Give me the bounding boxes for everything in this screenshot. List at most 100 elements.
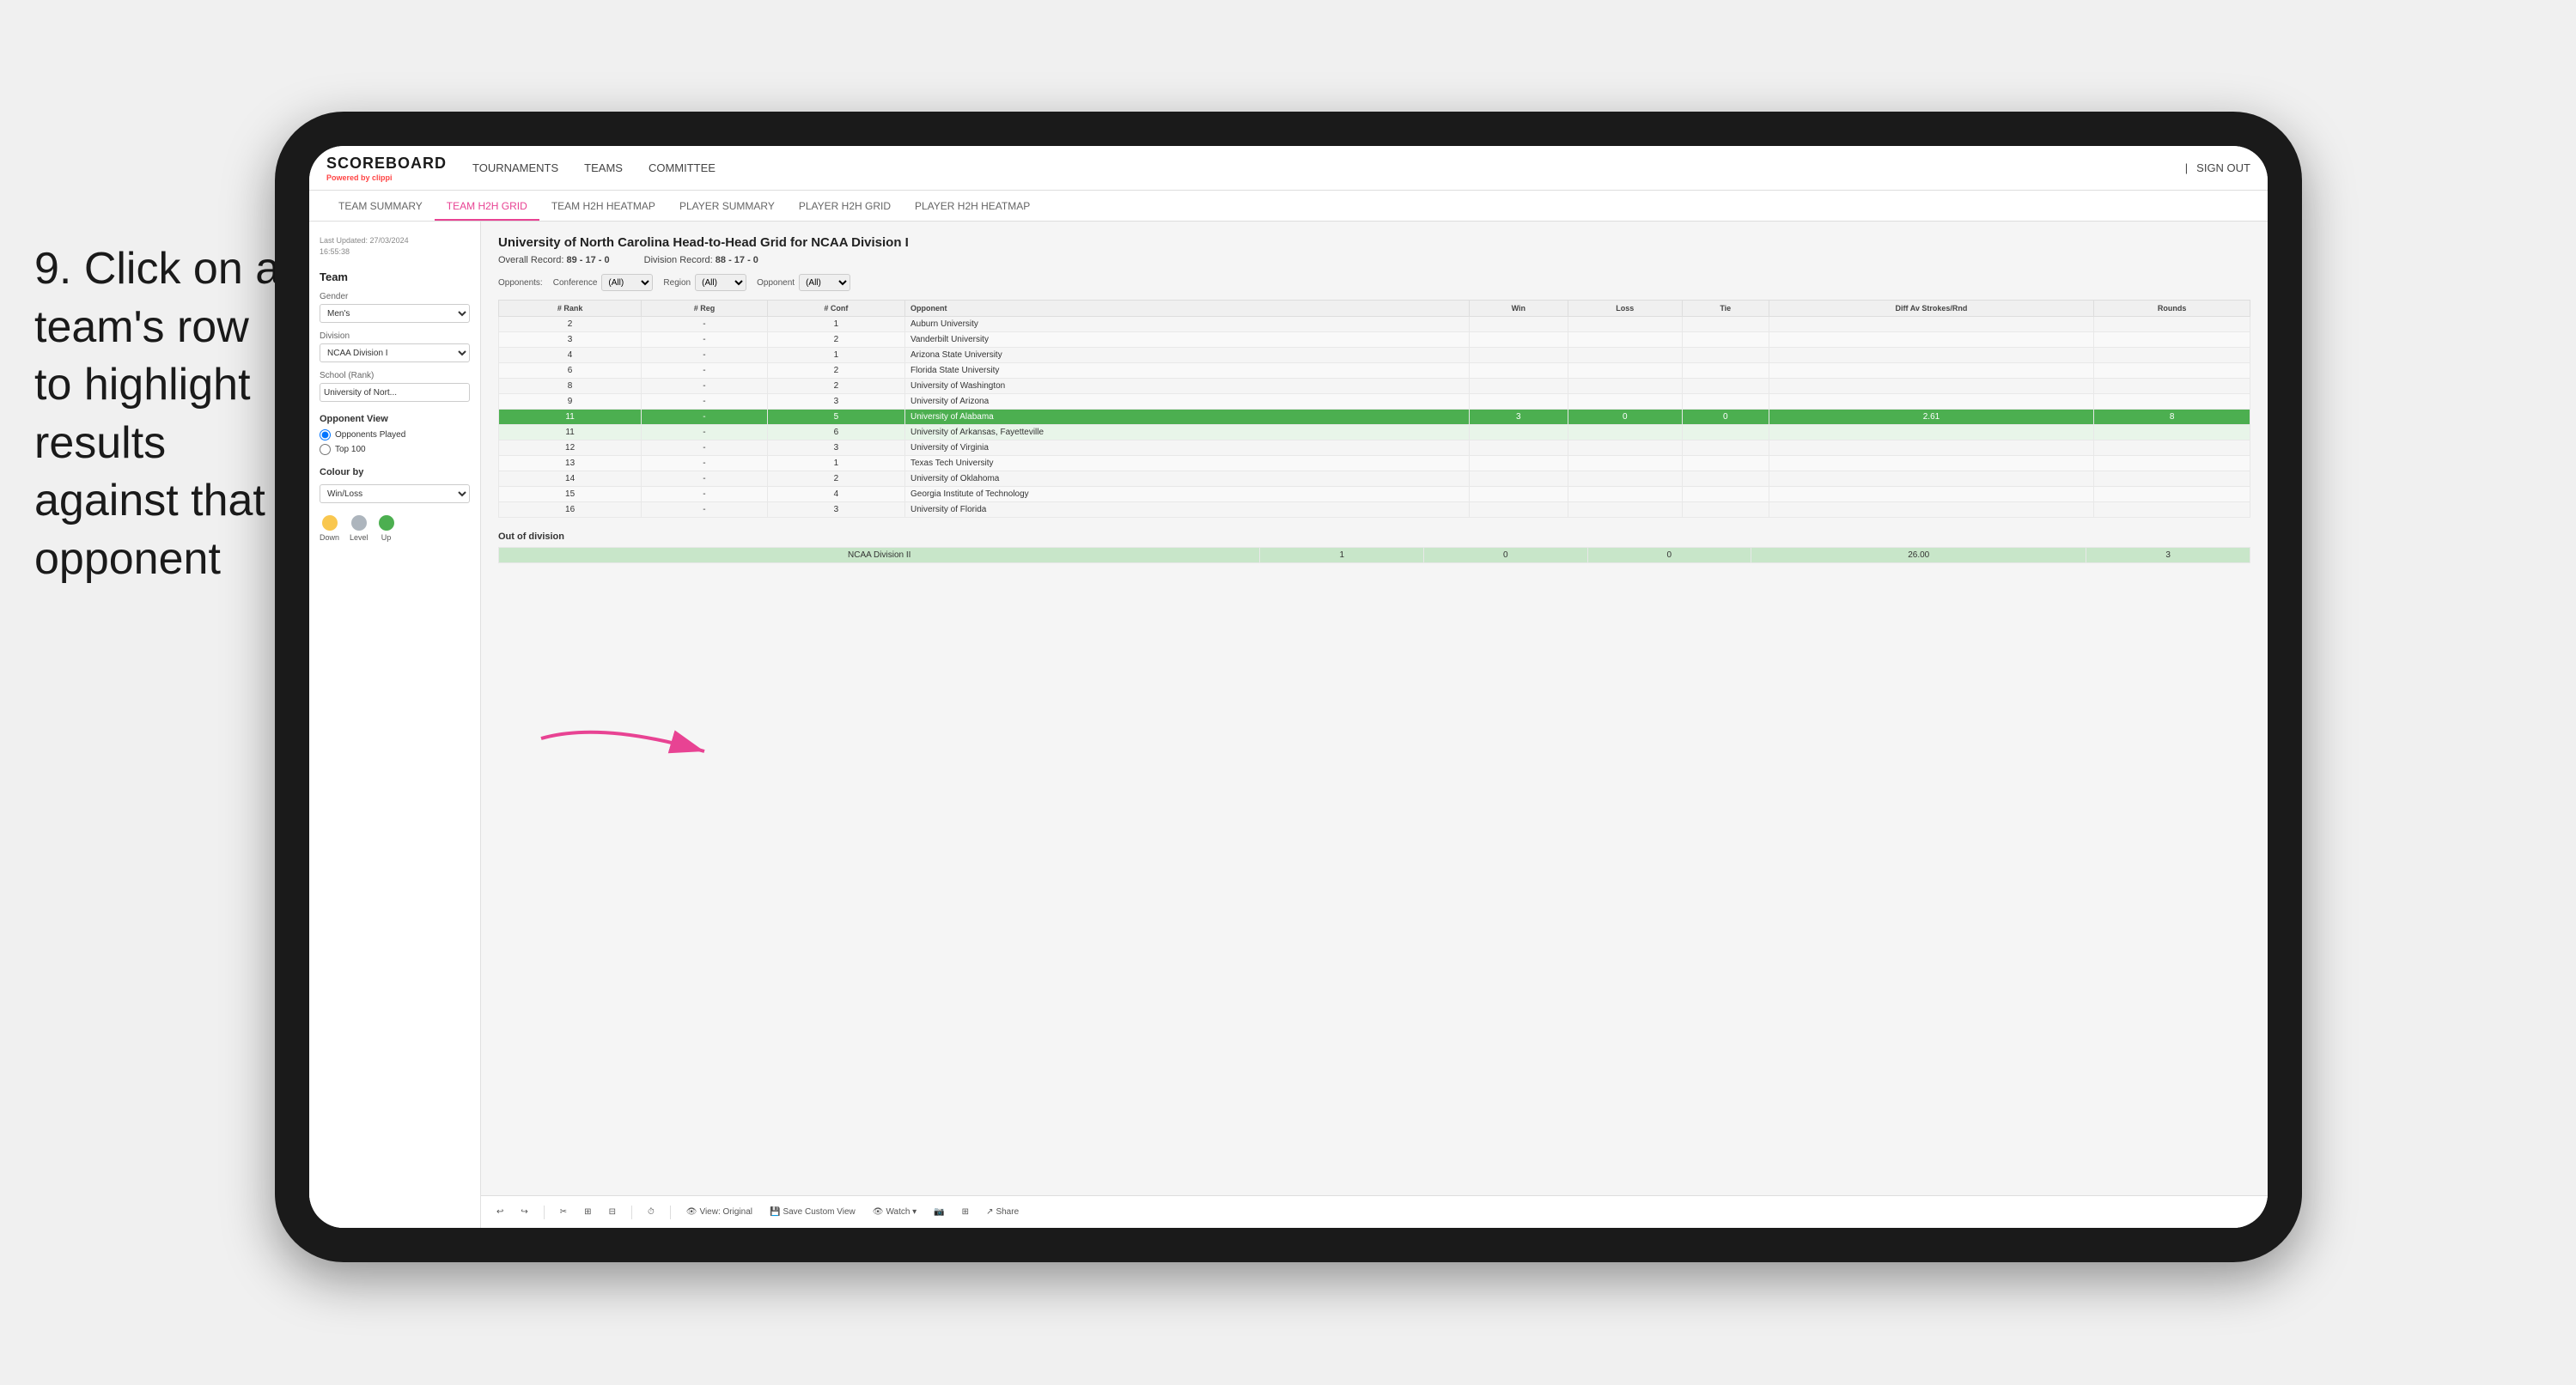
redo-button[interactable]: ↪	[515, 1205, 533, 1219]
share-button[interactable]: ↗ Share	[981, 1205, 1024, 1219]
cell-win	[1469, 348, 1568, 363]
tablet-frame: SCOREBOARD Powered by clippi TOURNAMENTS…	[275, 112, 2302, 1262]
view-original-button[interactable]: 👁 View: Original	[681, 1205, 758, 1219]
toolbar-clock[interactable]: ⏱	[642, 1205, 660, 1219]
cell-loss	[1568, 425, 1682, 440]
col-diff: Diff Av Strokes/Rnd	[1769, 301, 2093, 317]
cell-conf: 1	[767, 317, 904, 332]
table-row[interactable]: 8 - 2 University of Washington	[499, 379, 2250, 394]
cell-diff	[1769, 440, 2093, 456]
nav-committee[interactable]: COMMITTEE	[649, 157, 716, 179]
division-record: Division Record: 88 - 17 - 0	[644, 255, 758, 265]
cell-loss	[1568, 317, 1682, 332]
table-row[interactable]: 15 - 4 Georgia Institute of Technology	[499, 487, 2250, 502]
cell-conf: 3	[767, 502, 904, 518]
out-of-division: Out of division NCAA Division II 1 0 0 2…	[498, 532, 2250, 563]
watch-button[interactable]: 👁 Watch ▾	[868, 1205, 922, 1219]
sign-out-button[interactable]: Sign out	[2196, 157, 2250, 179]
cell-tie	[1682, 425, 1769, 440]
cell-rank: 16	[499, 502, 642, 518]
table-row[interactable]: 4 - 1 Arizona State University	[499, 348, 2250, 363]
out-div-tie: 0	[1587, 548, 1751, 563]
arrow-indicator	[533, 704, 756, 773]
col-win: Win	[1469, 301, 1568, 317]
division-select[interactable]: NCAA Division I	[320, 343, 470, 362]
toolbar-copy[interactable]: ⊞	[579, 1205, 596, 1219]
cell-win	[1469, 440, 1568, 456]
table-row[interactable]: 11 - 5 University of Alabama 3 0 0 2.61 …	[499, 410, 2250, 425]
conference-select[interactable]: (All)	[601, 274, 653, 291]
toolbar-camera[interactable]: 📷	[929, 1205, 949, 1219]
cell-rounds	[2094, 471, 2250, 487]
table-row[interactable]: 9 - 3 University of Arizona	[499, 394, 2250, 410]
table-row[interactable]: 13 - 1 Texas Tech University	[499, 456, 2250, 471]
step-text: Click on a team's row to highlight resul…	[34, 244, 280, 584]
toolbar-sep-1	[544, 1206, 545, 1219]
cell-win	[1469, 379, 1568, 394]
tab-player-h2h-grid[interactable]: PLAYER H2H GRID	[787, 193, 903, 221]
conference-filter: Conference (All)	[553, 274, 654, 291]
toolbar-grid[interactable]: ⊞	[957, 1205, 974, 1219]
cell-loss	[1568, 379, 1682, 394]
table-row[interactable]: 16 - 3 University of Florida	[499, 502, 2250, 518]
legend-label-up: Up	[381, 533, 392, 542]
cell-tie	[1682, 348, 1769, 363]
cell-conf: 1	[767, 456, 904, 471]
legend-dot-level	[351, 515, 367, 531]
cell-diff	[1769, 456, 2093, 471]
cell-win	[1469, 471, 1568, 487]
cell-diff	[1769, 394, 2093, 410]
undo-button[interactable]: ↩	[491, 1205, 509, 1219]
radio-opponents-played[interactable]: Opponents Played	[320, 429, 470, 440]
toolbar-scissors[interactable]: ✂	[555, 1205, 572, 1219]
cell-rounds	[2094, 456, 2250, 471]
col-rank: # Rank	[499, 301, 642, 317]
table-row[interactable]: 6 - 2 Florida State University	[499, 363, 2250, 379]
region-select[interactable]: (All)	[695, 274, 746, 291]
division-label: Division	[320, 331, 470, 341]
cell-rounds	[2094, 425, 2250, 440]
nav-teams[interactable]: TEAMS	[584, 157, 623, 179]
save-custom-view-button[interactable]: 💾 Save Custom View	[764, 1205, 861, 1219]
cell-diff	[1769, 317, 2093, 332]
cell-loss	[1568, 348, 1682, 363]
table-row[interactable]: 11 - 6 University of Arkansas, Fayettevi…	[499, 425, 2250, 440]
table-row[interactable]: 2 - 1 Auburn University	[499, 317, 2250, 332]
tab-player-h2h-heatmap[interactable]: PLAYER H2H HEATMAP	[903, 193, 1042, 221]
separator: |	[2185, 161, 2188, 174]
legend-label-down: Down	[320, 533, 339, 542]
nav-tournaments[interactable]: TOURNAMENTS	[472, 157, 558, 179]
out-div-row[interactable]: NCAA Division II 1 0 0 26.00 3	[499, 548, 2250, 563]
radio-top-100[interactable]: Top 100	[320, 444, 470, 455]
cell-diff: 2.61	[1769, 410, 2093, 425]
gender-select[interactable]: Men's	[320, 304, 470, 323]
legend-down: Down	[320, 515, 339, 542]
school-input[interactable]	[320, 383, 470, 402]
cell-win	[1469, 332, 1568, 348]
toolbar-paste[interactable]: ⊟	[604, 1205, 621, 1219]
out-div-win: 1	[1260, 548, 1424, 563]
cell-opponent: University of Washington	[905, 379, 1470, 394]
colour-by-select[interactable]: Win/Loss	[320, 484, 470, 503]
tab-team-h2h-heatmap[interactable]: TEAM H2H HEATMAP	[539, 193, 667, 221]
cell-loss	[1568, 332, 1682, 348]
table-row[interactable]: 12 - 3 University of Virginia	[499, 440, 2250, 456]
cell-win	[1469, 317, 1568, 332]
cell-tie	[1682, 317, 1769, 332]
opponent-view-title: Opponent View	[320, 414, 470, 424]
tab-player-summary[interactable]: PLAYER SUMMARY	[667, 193, 787, 221]
cell-loss	[1568, 487, 1682, 502]
h2h-table: # Rank # Reg # Conf Opponent Win Loss Ti…	[498, 300, 2250, 518]
cell-tie	[1682, 502, 1769, 518]
tab-team-h2h-grid[interactable]: TEAM H2H GRID	[435, 193, 539, 221]
cell-opponent: Florida State University	[905, 363, 1470, 379]
cell-opponent: Arizona State University	[905, 348, 1470, 363]
top-nav: SCOREBOARD Powered by clippi TOURNAMENTS…	[309, 146, 2268, 191]
table-row[interactable]: 3 - 2 Vanderbilt University	[499, 332, 2250, 348]
cell-rounds	[2094, 394, 2250, 410]
cell-loss	[1568, 502, 1682, 518]
legend-label-level: Level	[350, 533, 368, 542]
tab-team-summary[interactable]: TEAM SUMMARY	[326, 193, 435, 221]
opponent-select[interactable]: (All)	[799, 274, 850, 291]
table-row[interactable]: 14 - 2 University of Oklahoma	[499, 471, 2250, 487]
